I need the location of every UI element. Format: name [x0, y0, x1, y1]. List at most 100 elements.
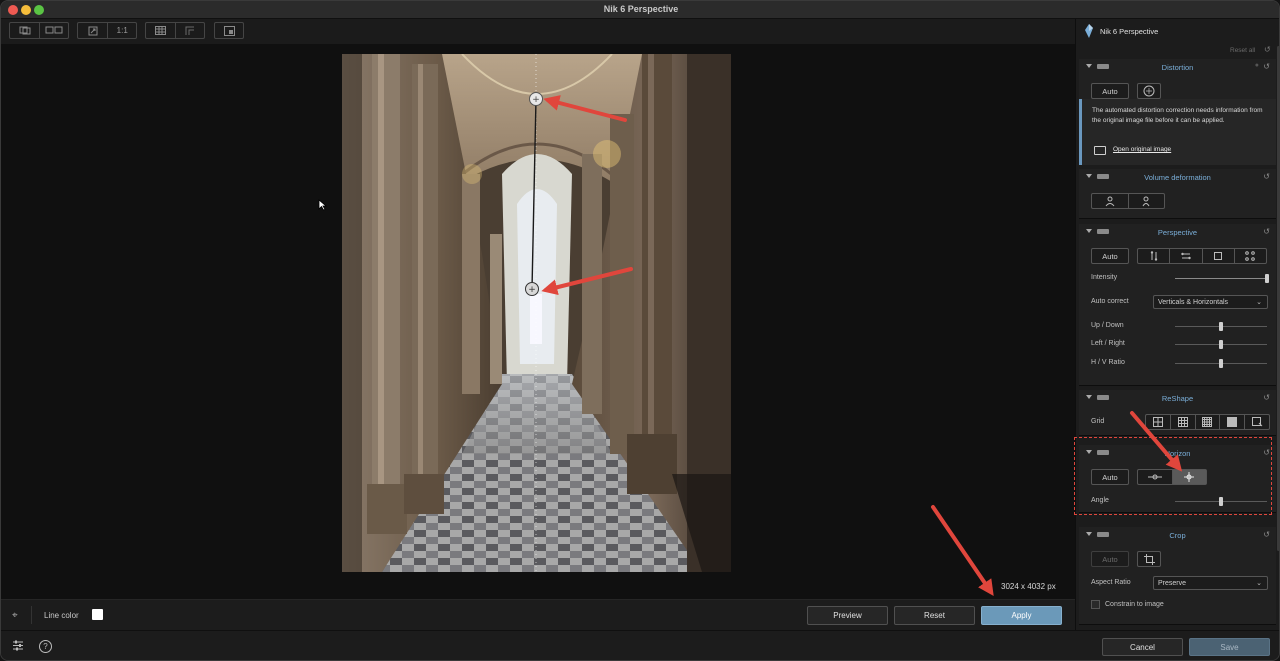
zoom-1to1-button[interactable]: 1:1	[107, 23, 136, 38]
perspective-section: Perspective ↺ Auto Intensity Auto correc…	[1079, 224, 1276, 386]
crop-header[interactable]: Crop ↺	[1079, 527, 1276, 543]
lens-profile-button[interactable]	[1137, 83, 1161, 99]
free-points-icon	[1245, 251, 1256, 261]
distortion-header[interactable]: Distortion ● ↺	[1079, 59, 1276, 75]
grid-3x3-button[interactable]	[1169, 415, 1195, 429]
grid-custom-button[interactable]	[1244, 415, 1269, 429]
perspective-title: Perspective	[1157, 228, 1198, 237]
dot-icon: ●	[1254, 62, 1259, 69]
volume-header[interactable]: Volume deformation ↺	[1079, 169, 1276, 185]
cancel-button[interactable]: Cancel	[1102, 638, 1183, 656]
grid-overlay-button[interactable]	[146, 23, 175, 38]
vertical-lines-button[interactable]	[1138, 249, 1169, 263]
split-view-button[interactable]	[39, 23, 68, 38]
chevron-down-icon: ⌄	[1256, 299, 1262, 306]
aspect-ratio-label: Aspect Ratio	[1091, 579, 1131, 586]
perspective-header[interactable]: Perspective ↺	[1079, 224, 1276, 240]
panel-header: Nik 6 Perspective	[1076, 19, 1279, 44]
undo-icon[interactable]: ↺	[1263, 530, 1270, 539]
guides-icon	[185, 26, 195, 35]
up-down-label: Up / Down	[1091, 322, 1124, 329]
grid-2x2-icon	[1152, 417, 1163, 427]
split-view-icon	[45, 26, 63, 34]
layout-icon	[223, 25, 235, 36]
nik-logo-icon	[1085, 24, 1093, 38]
auto-correct-label: Auto correct	[1091, 298, 1129, 305]
undo-icon[interactable]: ↺	[1263, 172, 1270, 181]
window-title: Nik 6 Perspective	[603, 4, 679, 14]
line-tool-icon[interactable]: ⌖	[12, 610, 18, 621]
reset-button[interactable]: Reset	[894, 606, 975, 625]
grid-size-group	[1145, 414, 1270, 430]
intensity-slider[interactable]	[1175, 278, 1267, 279]
adjustments-panel: Nik 6 Perspective Reset all ↺ Distortion…	[1075, 19, 1279, 630]
crop-icon	[1143, 553, 1155, 565]
aspect-ratio-select[interactable]: Preserve ⌄	[1153, 576, 1268, 590]
chevron-down-icon: ⌄	[1256, 580, 1262, 587]
svg-text:+: +	[528, 285, 536, 295]
mouse-cursor-icon	[318, 199, 327, 211]
hv-ratio-knob[interactable]	[1219, 359, 1223, 368]
cathedral-photo[interactable]: + +	[342, 54, 731, 572]
grid-2x2-button[interactable]	[1146, 415, 1170, 429]
grid-4x4-icon	[1202, 417, 1213, 427]
annotation-highlight-box	[1074, 437, 1272, 515]
distortion-info-box: The automated distortion correction need…	[1079, 99, 1276, 165]
folder-icon	[1094, 146, 1106, 155]
left-right-knob[interactable]	[1219, 340, 1223, 349]
distortion-section: Distortion ● ↺ Auto The automated distor…	[1079, 59, 1276, 165]
grid-fine-button[interactable]	[1219, 415, 1244, 429]
constrain-label: Constrain to image	[1105, 601, 1164, 608]
title-bar: Nik 6 Perspective	[1, 1, 1279, 19]
guides-button[interactable]	[175, 23, 204, 38]
crop-tool-button[interactable]	[1137, 551, 1161, 567]
undo-all-icon[interactable]: ↺	[1264, 45, 1271, 54]
rectangle-button[interactable]	[1201, 249, 1234, 263]
save-button[interactable]: Save	[1189, 638, 1270, 656]
grid-icon	[155, 26, 167, 35]
free-points-button[interactable]	[1233, 249, 1266, 263]
help-button[interactable]: ?	[39, 640, 52, 653]
undo-icon[interactable]: ↺	[1263, 62, 1270, 71]
grid-4x4-button[interactable]	[1194, 415, 1220, 429]
undo-icon[interactable]: ↺	[1263, 393, 1270, 402]
grid-3x3-icon	[1177, 417, 1188, 427]
horizontal-lines-button[interactable]	[1169, 249, 1201, 263]
crop-auto-button[interactable]: Auto	[1091, 551, 1129, 567]
volume-deformation-section: Volume deformation ↺	[1079, 169, 1276, 219]
image-canvas[interactable]: + + 3024 x 4032 px	[1, 45, 1075, 599]
perspective-auto-button[interactable]: Auto	[1091, 248, 1129, 264]
line-color-swatch[interactable]	[92, 609, 103, 620]
overlay-group	[145, 22, 205, 39]
reshape-header[interactable]: ReShape ↺	[1079, 390, 1276, 406]
volume-mode-group	[1091, 193, 1165, 209]
app-window: Nik 6 Perspective 1:1 + + 3024 x 4032 px…	[0, 0, 1280, 661]
intensity-knob[interactable]	[1265, 274, 1269, 283]
fit-screen-icon	[88, 26, 98, 35]
perspective-mode-group	[1137, 248, 1267, 264]
undo-icon[interactable]: ↺	[1263, 227, 1270, 236]
auto-correct-select[interactable]: Verticals & Horizontals ⌄	[1153, 295, 1268, 309]
line-color-label: Line color	[44, 611, 79, 620]
constrain-checkbox[interactable]	[1091, 600, 1100, 609]
horizontal-lines-icon	[1181, 252, 1191, 260]
hv-ratio-label: H / V Ratio	[1091, 359, 1125, 366]
volume-horizontal-button[interactable]	[1092, 194, 1128, 208]
volume-vertical-button[interactable]	[1127, 194, 1165, 208]
reset-all-button[interactable]: Reset all	[1230, 47, 1255, 54]
apply-button[interactable]: Apply	[981, 606, 1062, 625]
panel-layout-button[interactable]	[215, 23, 243, 38]
auto-correct-value: Verticals & Horizontals	[1158, 298, 1229, 306]
person-vertical-icon	[1142, 196, 1150, 206]
settings-sliders-icon[interactable]	[12, 640, 24, 654]
vertical-lines-icon	[1150, 251, 1157, 261]
preview-button[interactable]: Preview	[807, 606, 888, 625]
distortion-auto-button[interactable]: Auto	[1091, 83, 1129, 99]
vertical-guide-overlay[interactable]: + +	[342, 54, 731, 572]
person-horizontal-icon	[1105, 196, 1115, 206]
up-down-knob[interactable]	[1219, 322, 1223, 331]
open-original-image-link[interactable]: Open original image	[1113, 146, 1171, 153]
fit-zoom-button[interactable]	[78, 23, 107, 38]
single-view-button[interactable]	[10, 23, 39, 38]
crop-title: Crop	[1169, 531, 1186, 540]
